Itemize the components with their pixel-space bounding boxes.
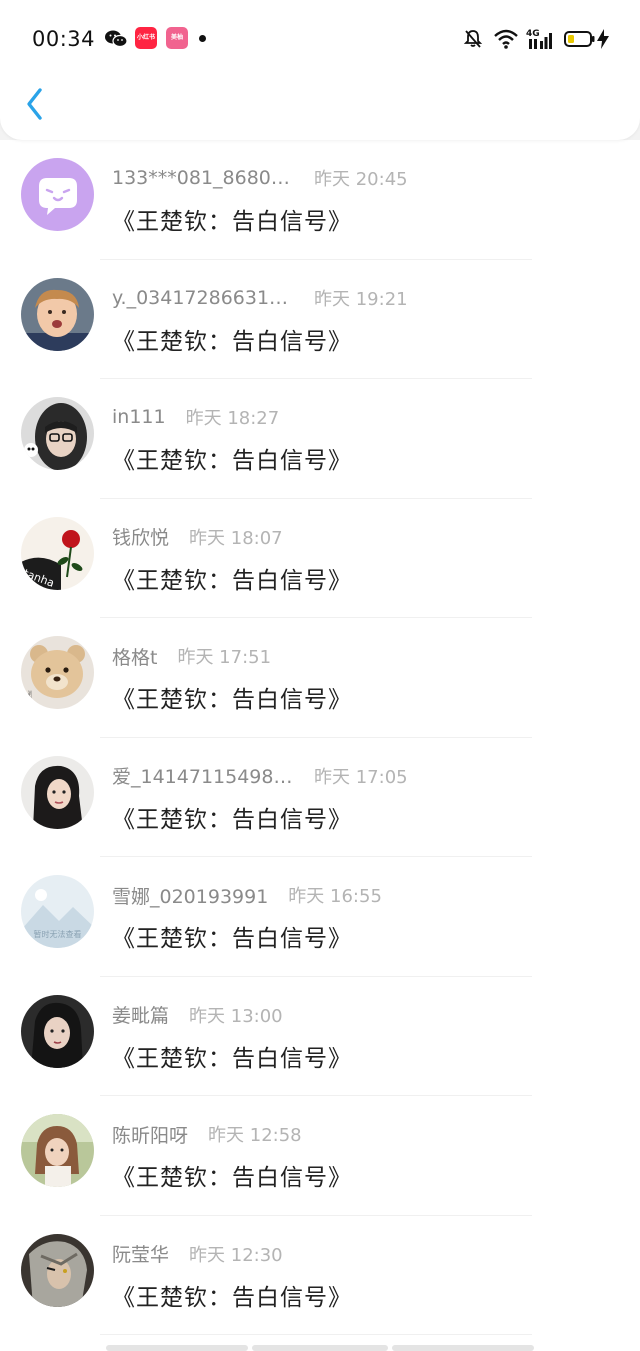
charging-bolt-icon (596, 28, 610, 54)
message-text: 《王楚钦：告白信号》 (112, 1045, 352, 1072)
signal-4g-icon: 4G (526, 27, 556, 55)
status-time: 00:34 (32, 27, 96, 51)
list-item[interactable]: 爱_141471154981... 昨天 17:05 《王楚钦：告白信号》 (0, 738, 640, 857)
timestamp: 昨天 13:00 (189, 1005, 283, 1027)
avatar[interactable]: ✌ (21, 636, 94, 709)
default-purple-avatar-icon (21, 158, 94, 231)
bottom-tab-indicator (252, 1345, 388, 1351)
username[interactable]: 133***081_86806... (112, 167, 294, 189)
girl-portrait-avatar-icon (21, 755, 94, 829)
list-item[interactable]: y._034172866310... 昨天 19:21 《王楚钦：告白信号》 (0, 260, 640, 379)
username[interactable]: 爱_141471154981... (112, 762, 294, 789)
avatar[interactable]: tanha (21, 516, 94, 590)
child-photo-avatar-icon (21, 277, 94, 351)
avatar[interactable] (21, 994, 94, 1068)
timestamp: 昨天 17:05 (314, 766, 408, 788)
list-item[interactable]: ✌ 格格t 昨天 17:51 《王楚钦：告白信号》 (0, 618, 640, 738)
anime-character-avatar-icon (21, 1233, 94, 1307)
message-text: 《王楚钦：告白信号》 (112, 567, 352, 594)
avatar[interactable] (21, 397, 94, 470)
avatar[interactable] (21, 1233, 94, 1307)
battery-icon (564, 30, 596, 52)
network-type-text: 4G (526, 29, 540, 39)
avatar[interactable] (21, 1114, 94, 1187)
top-header: 00:34 小红书 美柚 4G (0, 0, 640, 140)
username[interactable]: 陈昕阳呀 (112, 1121, 188, 1148)
bell-muted-icon (463, 29, 483, 53)
username[interactable]: in111 (112, 406, 166, 428)
timestamp: 昨天 16:55 (288, 886, 382, 907)
username[interactable]: 姜毗篇 (112, 1001, 169, 1028)
list-item[interactable]: 暂时无法查看 雪娜_020193991 昨天 16:55 《王楚钦：告白信号》 (0, 857, 640, 977)
meiyou-app-icon: 美柚 (166, 27, 188, 49)
rose-avatar-icon: tanha (21, 516, 94, 590)
list-item[interactable]: 姜毗篇 昨天 13:00 《王楚钦：告白信号》 (0, 977, 640, 1096)
notification-dot-icon (199, 35, 206, 42)
timestamp: 昨天 18:27 (185, 408, 280, 429)
list-item[interactable]: in111 昨天 18:27 《王楚钦：告白信号》 (0, 379, 640, 499)
chevron-left-icon (27, 88, 42, 120)
status-bar: 00:34 小红书 美柚 4G (0, 0, 640, 80)
bottom-tab-indicator (392, 1345, 534, 1351)
username[interactable]: 雪娜_020193991 (112, 882, 268, 909)
avatar[interactable] (21, 755, 94, 829)
placeholder-text: 暂时无法查看 (34, 929, 82, 939)
username[interactable]: y._034172866310... (112, 287, 294, 309)
bottom-tab-indicator (106, 1345, 248, 1351)
message-text: 《王楚钦：告白信号》 (112, 1165, 352, 1191)
list-item[interactable]: 陈昕阳呀 昨天 12:58 《王楚钦：告白信号》 (0, 1096, 640, 1216)
username[interactable]: 钱欣悦 (112, 523, 169, 550)
dark-hair-girl-avatar-icon (21, 994, 94, 1068)
back-button[interactable] (20, 84, 56, 124)
timestamp: 昨天 18:07 (189, 527, 283, 549)
username[interactable]: 阮莹华 (112, 1240, 169, 1267)
avatar[interactable]: 暂时无法查看 (21, 875, 94, 948)
message-list: 133***081_86806... 昨天 20:45 《王楚钦：告白信号》 y… (0, 140, 640, 1351)
outdoor-girl-avatar-icon (21, 1114, 94, 1187)
list-item[interactable]: 133***081_86806... 昨天 20:45 《王楚钦：告白信号》 (0, 140, 640, 260)
message-text: 《王楚钦：告白信号》 (112, 687, 352, 713)
timestamp: 昨天 12:30 (189, 1244, 283, 1266)
avatar[interactable] (21, 277, 94, 351)
avatar[interactable] (21, 158, 94, 231)
list-item[interactable]: tanha 钱欣悦 昨天 18:07 《王楚钦：告白信号》 (0, 499, 640, 618)
svg-text:✌: ✌ (26, 690, 34, 701)
message-text: 《王楚钦：告白信号》 (112, 209, 352, 235)
timestamp: 昨天 12:58 (208, 1125, 302, 1146)
message-text: 《王楚钦：告白信号》 (112, 806, 352, 833)
placeholder-landscape-avatar-icon: 暂时无法查看 (21, 875, 94, 948)
timestamp: 昨天 20:45 (314, 169, 408, 190)
message-text: 《王楚钦：告白信号》 (112, 448, 352, 474)
message-text: 《王楚钦：告白信号》 (112, 926, 352, 952)
wechat-icon (104, 29, 128, 53)
wifi-icon (493, 28, 519, 54)
timestamp: 昨天 19:21 (314, 288, 408, 310)
list-item[interactable]: 阮莹华 昨天 12:30 《王楚钦：告白信号》 (0, 1216, 640, 1335)
teddy-bear-avatar-icon: ✌ (21, 636, 94, 709)
timestamp: 昨天 17:51 (177, 647, 272, 668)
message-text: 《王楚钦：告白信号》 (112, 1284, 352, 1311)
divider (100, 1334, 532, 1335)
message-text: 《王楚钦：告白信号》 (112, 328, 352, 355)
glasses-girl-avatar-icon (21, 397, 94, 470)
username[interactable]: 格格t (112, 643, 157, 670)
xiaohongshu-app-icon: 小红书 (135, 27, 157, 49)
